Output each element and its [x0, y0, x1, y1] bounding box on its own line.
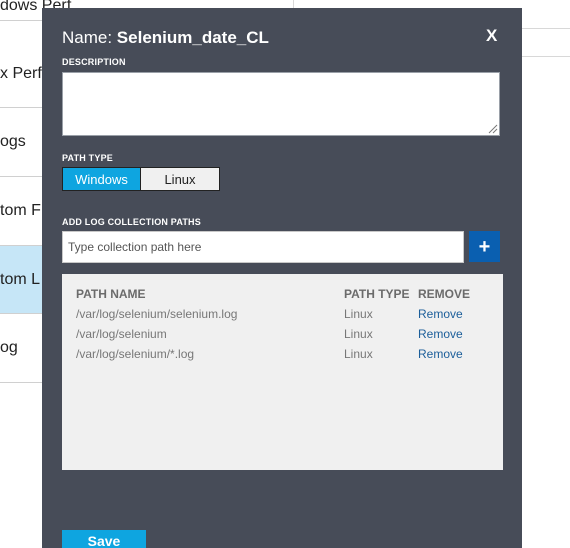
- divider: [522, 56, 570, 57]
- description-textarea[interactable]: [62, 72, 500, 136]
- remove-link[interactable]: Remove: [418, 307, 463, 321]
- column-header-path-name: PATH NAME: [76, 287, 146, 301]
- dialog-title: Name: Selenium_date_CL: [62, 28, 269, 48]
- divider: [522, 28, 570, 29]
- collection-paths-table: PATH NAME PATH TYPE REMOVE /var/log/sele…: [62, 274, 503, 470]
- column-header-remove: REMOVE: [418, 287, 470, 301]
- path-type-windows-button[interactable]: Windows: [62, 167, 141, 191]
- table-cell-type: Linux: [344, 347, 373, 361]
- remove-link[interactable]: Remove: [418, 347, 463, 361]
- save-button[interactable]: Save: [62, 530, 146, 548]
- remove-link[interactable]: Remove: [418, 327, 463, 341]
- add-path-button[interactable]: +: [469, 231, 500, 262]
- table-cell-path: /var/log/selenium/selenium.log: [76, 307, 237, 321]
- path-type-linux-button[interactable]: Linux: [141, 167, 220, 191]
- path-type-label: PATH TYPE: [62, 153, 113, 163]
- close-icon[interactable]: X: [486, 26, 497, 46]
- collection-path-input[interactable]: [62, 231, 464, 263]
- path-type-toggle: Windows Linux: [62, 167, 221, 191]
- table-cell-path: /var/log/selenium: [76, 327, 167, 341]
- background-right-panel: [522, 0, 570, 548]
- description-label: DESCRIPTION: [62, 57, 126, 67]
- table-cell-type: Linux: [344, 327, 373, 341]
- page: dows Perf... x Perf ogs tom F tom L og N…: [0, 0, 570, 548]
- column-header-path-type: PATH TYPE: [344, 287, 410, 301]
- collection-paths-label: ADD LOG COLLECTION PATHS: [62, 217, 201, 227]
- table-cell-path: /var/log/selenium/*.log: [76, 347, 194, 361]
- table-cell-type: Linux: [344, 307, 373, 321]
- dialog-title-name: Selenium_date_CL: [117, 28, 269, 47]
- dialog-title-prefix: Name:: [62, 28, 117, 47]
- custom-log-dialog: Name: Selenium_date_CL X DESCRIPTION PAT…: [42, 8, 522, 548]
